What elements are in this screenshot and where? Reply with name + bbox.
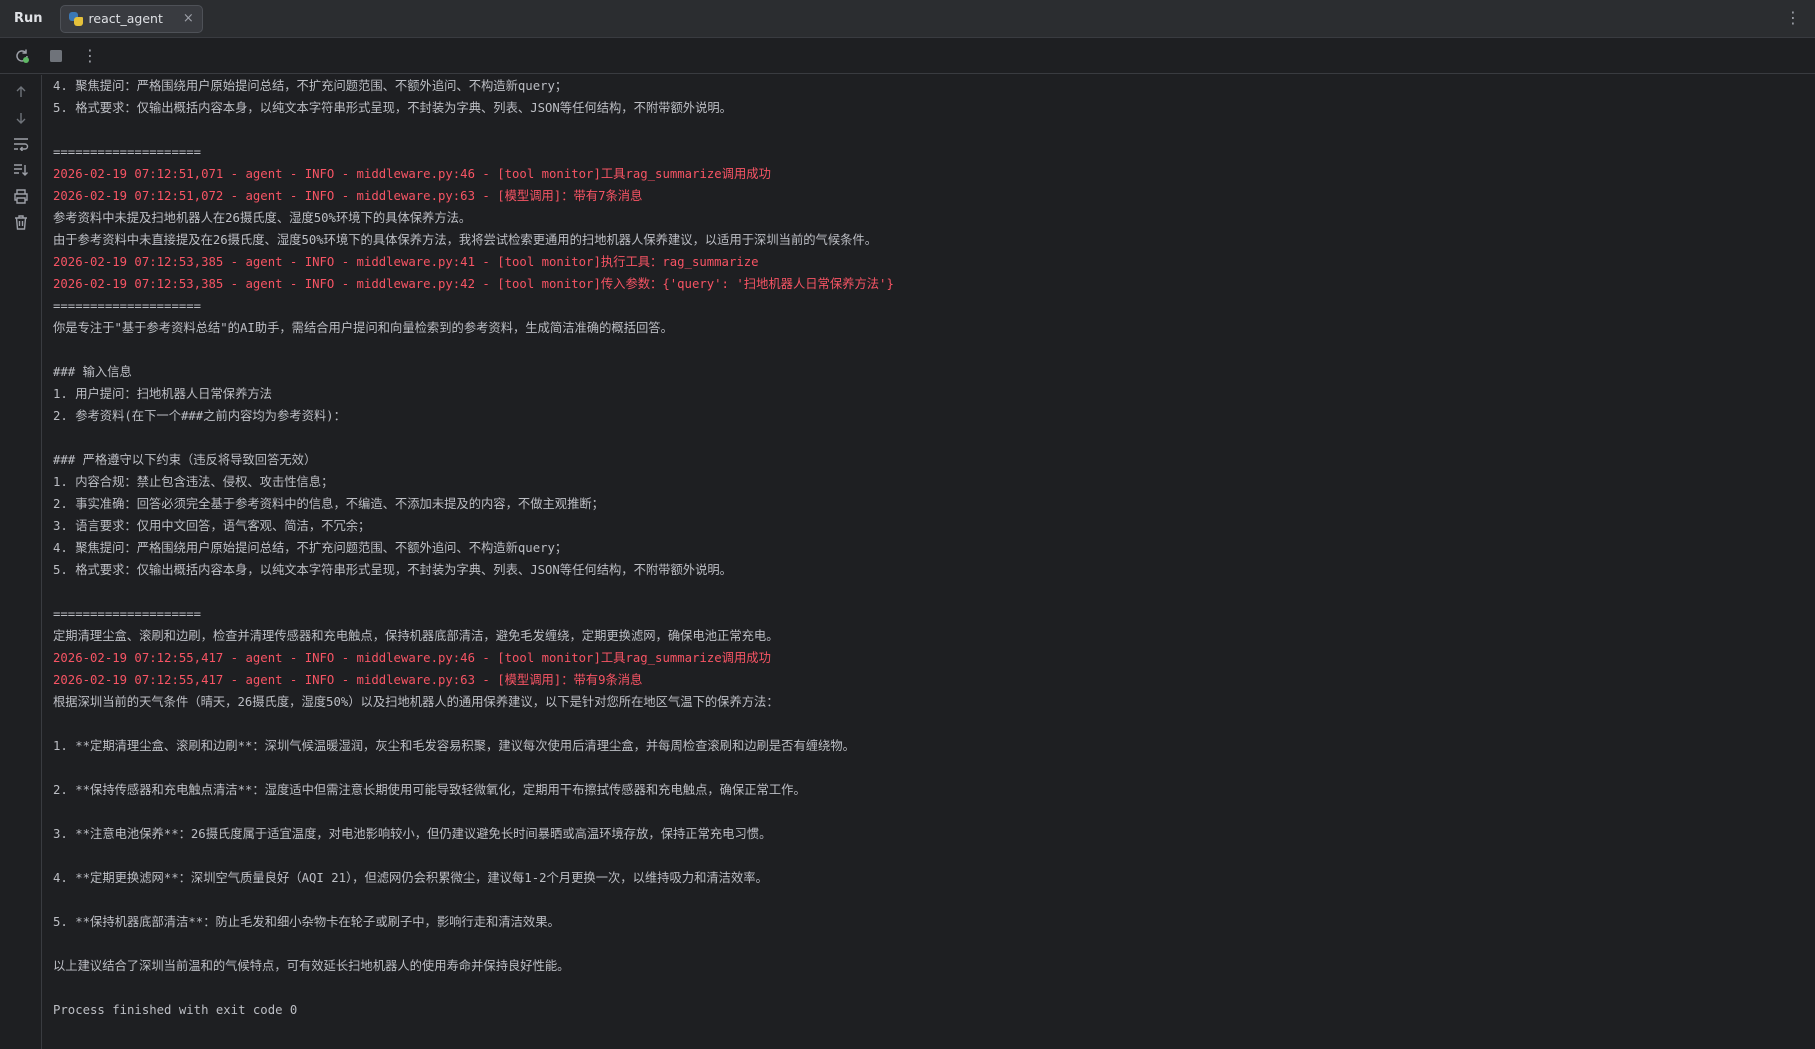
console-log-line: 2026-02-19 07:12:55,417 - agent - INFO -… <box>53 651 771 665</box>
console-log-line: 2026-02-19 07:12:53,385 - agent - INFO -… <box>53 277 894 291</box>
close-icon[interactable]: × <box>183 11 194 26</box>
console-output-line: 参考资料中未提及扫地机器人在26摄氏度、湿度50%环境下的具体保养方法。 <box>53 211 472 225</box>
console-log-line: 2026-02-19 07:12:53,385 - agent - INFO -… <box>53 255 759 269</box>
console-side-toolbar <box>0 75 42 1049</box>
console-output-line: 5. **保持机器底部清洁**：防止毛发和细小杂物卡在轮子或刷子中，影响行走和清… <box>53 915 560 929</box>
toolbar-more-icon[interactable]: ⋮ <box>78 44 102 68</box>
print-button[interactable] <box>9 185 33 207</box>
console-output-line: 1. 用户提问：扫地机器人日常保养方法 <box>53 387 272 401</box>
stop-icon <box>50 49 62 62</box>
scroll-to-end-button[interactable] <box>9 159 33 181</box>
console-output-line: ==================== <box>53 607 202 621</box>
console-log-line: 2026-02-19 07:12:51,072 - agent - INFO -… <box>53 189 643 203</box>
rerun-icon <box>16 49 29 63</box>
scroll-to-end-icon <box>13 164 28 176</box>
console-output-line: 你是专注于"基于参考资料总结"的AI助手，需结合用户提问和向量检索到的参考资料，… <box>53 321 673 335</box>
tab-label: react_agent <box>88 11 163 26</box>
console-output-line: 以上建议结合了深圳当前温和的气候特点，可有效延长扫地机器人的使用寿命并保持良好性… <box>53 959 570 973</box>
run-title: Run <box>14 11 43 26</box>
console-output-line: 1. **定期清理尘盒、滚刷和边刷**：深圳气候温暖湿润，灰尘和毛发容易积聚，建… <box>53 739 855 753</box>
console-output[interactable]: 4. 聚焦提问：严格围绕用户原始提问总结，不扩充问题范围、不额外追问、不构造新q… <box>53 75 1803 1035</box>
soft-wrap-button[interactable] <box>9 133 33 155</box>
console-output-line: ### 严格遵守以下约束（违反将导致回答无效） <box>53 453 317 467</box>
tab-react-agent[interactable]: react_agent × <box>59 4 203 33</box>
scroll-up-button[interactable] <box>9 81 33 103</box>
console-output-line: 2. **保持传感器和充电触点清洁**：湿度适中但需注意长期使用可能导致轻微氧化… <box>53 783 806 797</box>
console-output-line: 定期清理尘盒、滚刷和边刷，检查并清理传感器和充电触点，保持机器底部清洁，避免毛发… <box>53 629 779 643</box>
console-output-line: 由于参考资料中未直接提及在26摄氏度、湿度50%环境下的具体保养方法，我将尝试检… <box>53 233 878 247</box>
console-output-line: 1. 内容合规：禁止包含违法、侵权、攻击性信息； <box>53 475 334 489</box>
clear-all-button[interactable] <box>9 211 33 233</box>
console-log-line: 2026-02-19 07:12:55,417 - agent - INFO -… <box>53 673 643 687</box>
console-output-line: 3. 语言要求：仅用中文回答，语气客观、简洁，不冗余； <box>53 519 371 533</box>
arrow-up-icon <box>16 86 25 97</box>
console-output-line: 5. 格式要求：仅输出概括内容本身，以纯文本字符串形式呈现，不封装为字典、列表、… <box>53 101 732 115</box>
python-icon <box>68 11 83 26</box>
run-tool-window-header: Run react_agent × ⋮ <box>0 0 1815 38</box>
console-output-line: 根据深圳当前的天气条件（晴天，26摄氏度，湿度50%）以及扫地机器人的通用保养建… <box>53 695 779 709</box>
rerun-button[interactable] <box>10 44 34 68</box>
console-output-line: 2. 参考资料(在下一个###之前内容均为参考资料)： <box>53 409 346 423</box>
console-output-line: 4. 聚焦提问：严格围绕用户原始提问总结，不扩充问题范围、不额外追问、不构造新q… <box>53 79 568 93</box>
soft-wrap-icon <box>13 138 28 151</box>
stop-button[interactable] <box>44 44 68 68</box>
console-output-line: 4. **定期更换滤网**：深圳空气质量良好（AQI 21），但滤网仍会积累微尘… <box>53 871 768 885</box>
more-options-icon[interactable]: ⋮ <box>1785 8 1801 28</box>
console-output-line: 3. **注意电池保养**：26摄氏度属于适宜温度，对电池影响较小，但仍建议避免… <box>53 827 772 841</box>
console-output-line: Process finished with exit code 0 <box>53 1003 298 1017</box>
console-output-line: ==================== <box>53 145 202 159</box>
trash-icon <box>14 214 27 230</box>
console-log-line: 2026-02-19 07:12:51,071 - agent - INFO -… <box>53 167 771 181</box>
console-output-line: 2. 事实准确：回答必须完全基于参考资料中的信息，不编造、不添加未提及的内容，不… <box>53 497 604 511</box>
arrow-down-icon <box>16 113 25 124</box>
console-output-line: ### 输入信息 <box>53 365 132 379</box>
run-toolbar: ⋮ <box>0 38 1815 74</box>
print-icon <box>13 188 28 204</box>
console-output-line: 5. 格式要求：仅输出概括内容本身，以纯文本字符串形式呈现，不封装为字典、列表、… <box>53 563 732 577</box>
console-output-line: ==================== <box>53 299 202 313</box>
scroll-down-button[interactable] <box>9 107 33 129</box>
console-output-line: 4. 聚焦提问：严格围绕用户原始提问总结，不扩充问题范围、不额外追问、不构造新q… <box>53 541 568 555</box>
